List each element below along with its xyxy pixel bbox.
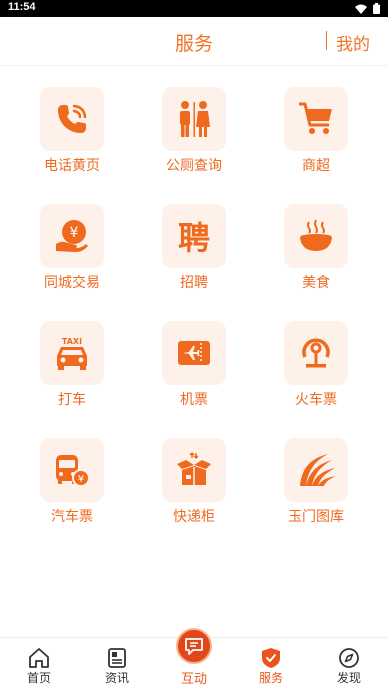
yuan-trade-icon: ¥: [56, 220, 88, 253]
tile-icon-box: [162, 438, 226, 502]
wifi-icon: [355, 4, 367, 14]
food-bowl-icon: [300, 219, 332, 251]
service-label: 汽车票: [51, 509, 93, 525]
tile-icon-box: ¥: [40, 204, 104, 268]
service-taxi[interactable]: TAXI 打车: [18, 321, 130, 421]
taxi-icon: TAXI: [57, 337, 87, 370]
service-local-trade[interactable]: ¥ 同城交易: [18, 204, 130, 304]
service-label: 公厕查询: [166, 158, 222, 174]
tile-icon-box: [284, 87, 348, 151]
train-logo-icon: [302, 338, 330, 368]
service-yumen-gallery[interactable]: 玉门图库: [262, 438, 374, 538]
tile-icon-box: [284, 321, 348, 385]
service-phone-directory[interactable]: 电话黄页: [18, 87, 130, 187]
compass-icon: [337, 646, 361, 670]
news-icon: [105, 646, 129, 670]
service-shield-icon: [259, 646, 283, 670]
tab-label: 首页: [26, 671, 51, 685]
restroom-icon: [180, 101, 210, 137]
chat-icon: [176, 628, 212, 664]
status-bar: 11:54: [0, 0, 388, 17]
shopping-cart-icon: [299, 102, 332, 134]
service-bus-ticket[interactable]: ¥ 汽车票: [18, 438, 130, 538]
tab-label: 资讯: [104, 671, 129, 685]
service-label: 招聘: [180, 275, 208, 291]
service-label: 火车票: [295, 392, 337, 408]
tab-label: 服务: [258, 671, 283, 685]
tile-icon-box: [284, 438, 348, 502]
service-recruitment[interactable]: 聘 招聘: [140, 204, 252, 304]
tab-home[interactable]: 首页: [0, 638, 78, 690]
svg-text:¥: ¥: [70, 225, 79, 241]
page-header: 服务 我的: [0, 17, 388, 66]
parcel-box-icon: [177, 451, 211, 485]
phone-icon: [58, 104, 87, 133]
tab-interaction[interactable]: 互动: [155, 628, 233, 690]
service-label: 美食: [302, 275, 330, 291]
gallery-swirl-icon: [300, 454, 336, 486]
status-icons: [355, 3, 380, 14]
service-parcel-locker[interactable]: 快递柜: [140, 438, 252, 538]
service-restroom-search[interactable]: 公厕查询: [140, 87, 252, 187]
tile-icon-box: [162, 321, 226, 385]
service-supermarket[interactable]: 商超: [262, 87, 374, 187]
recruit-icon: 聘: [178, 219, 210, 254]
my-link[interactable]: 我的: [336, 30, 370, 55]
tab-services[interactable]: 服务: [232, 638, 310, 690]
tab-news[interactable]: 资讯: [78, 638, 156, 690]
battery-icon: [373, 3, 380, 14]
bus-ticket-icon: ¥: [56, 455, 90, 487]
tile-icon-box: TAXI: [40, 321, 104, 385]
service-label: 玉门图库: [288, 509, 344, 525]
service-air-ticket[interactable]: 机票: [140, 321, 252, 421]
service-label: 机票: [180, 392, 208, 408]
tile-icon-box: [40, 87, 104, 151]
taxi-sign: TAXI: [62, 337, 82, 346]
tab-discover[interactable]: 发现: [310, 638, 388, 690]
home-icon: [27, 646, 51, 670]
tile-icon-box: 聘: [162, 204, 226, 268]
tile-icon-box: ¥: [40, 438, 104, 502]
service-label: 快递柜: [173, 509, 215, 525]
bottom-tab-bar: 首页 资讯 互动 服务 发现: [0, 628, 388, 690]
status-time: 11:54: [8, 1, 36, 13]
tile-icon-box: [284, 204, 348, 268]
service-label: 打车: [58, 392, 86, 408]
tile-icon-box: [162, 87, 226, 151]
service-train-ticket[interactable]: 火车票: [262, 321, 374, 421]
header-divider: [326, 31, 327, 50]
recruit-glyph: 聘: [178, 219, 210, 254]
service-label: 商超: [302, 158, 330, 174]
service-label: 电话黄页: [44, 158, 100, 174]
page-title: 服务: [174, 33, 213, 55]
service-food[interactable]: 美食: [262, 204, 374, 304]
tab-label: 互动: [180, 672, 207, 687]
service-label: 同城交易: [44, 275, 100, 291]
tab-label: 发现: [336, 671, 361, 685]
yuan-glyph: ¥: [78, 474, 84, 485]
plane-ticket-icon: [178, 341, 210, 365]
